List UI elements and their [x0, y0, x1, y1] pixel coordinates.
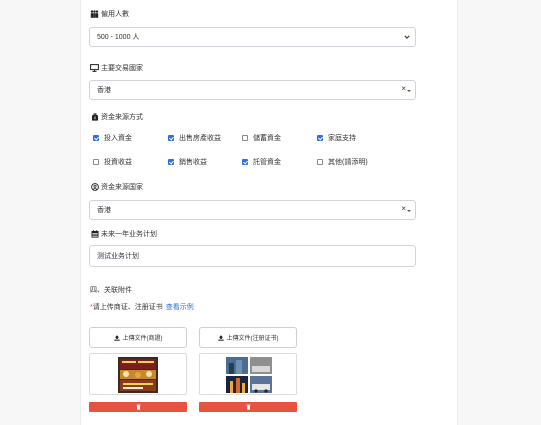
view-example-link[interactable]: 查看示例 — [166, 302, 194, 312]
page-background-right — [458, 0, 541, 425]
checkbox-other[interactable]: 其他(請添明) — [317, 157, 368, 167]
upload-registration-certificate-button[interactable]: 上傳文件(注册证书) — [199, 327, 297, 348]
business-license-image — [118, 357, 158, 393]
checkbox-checked[interactable] — [317, 135, 323, 141]
chevron-down-icon — [404, 35, 410, 40]
trash-icon — [136, 404, 140, 410]
monitor-icon — [90, 64, 99, 73]
attachment-note: * 请上传商证、注册证书 查看示例 — [90, 302, 194, 312]
clear-icon[interactable]: × — [401, 204, 406, 213]
upload-icon — [217, 334, 224, 341]
trash-icon — [246, 404, 250, 410]
checkbox-savings[interactable]: 儲蓄資金 — [242, 133, 281, 143]
fund-source-label: 资金来源方式 — [90, 112, 143, 122]
checkbox-investment-income[interactable]: 投資收益 — [93, 157, 132, 167]
upload-business-license-button[interactable]: 上傳文件(商證) — [89, 327, 187, 348]
people-icon — [90, 10, 99, 19]
registration-certificate-image — [226, 357, 272, 393]
calendar-icon — [90, 230, 99, 239]
fund-country-select[interactable]: 香港 × — [89, 200, 416, 220]
money-bag-icon — [90, 113, 99, 122]
checkbox-property-sale[interactable]: 出售房產收益 — [168, 133, 221, 143]
section-title-attachments: 四、关联附件 — [90, 287, 132, 294]
checkbox-checked[interactable] — [168, 135, 174, 141]
attachment-thumbnail-1[interactable] — [89, 353, 187, 395]
checkbox-unchecked[interactable] — [317, 159, 323, 165]
clear-icon[interactable]: × — [401, 84, 406, 93]
business-plan-label: 未来一年业务计划 — [90, 229, 157, 239]
checkbox-checked[interactable] — [242, 159, 248, 165]
checkbox-invested-funds[interactable]: 投入資金 — [93, 133, 132, 143]
checkbox-unchecked[interactable] — [242, 135, 248, 141]
trade-country-select[interactable]: 香港 × — [89, 80, 416, 100]
form-panel: 僱用人數 500 - 1000 人 主要交易國家 香港 × 资金来源方式 投入資… — [80, 0, 458, 425]
user-circle-icon — [90, 183, 99, 192]
caret-down-icon — [407, 90, 411, 92]
checkbox-family-support[interactable]: 家庭支持 — [317, 133, 356, 143]
caret-down-icon — [407, 210, 411, 212]
attachment-thumbnail-2[interactable] — [199, 353, 297, 395]
fund-country-label: 资金来源国家 — [90, 182, 143, 192]
checkbox-checked[interactable] — [168, 159, 174, 165]
delete-attachment-1-button[interactable] — [89, 402, 187, 412]
upload-icon — [113, 334, 120, 341]
page-background-left — [0, 0, 80, 425]
business-plan-input[interactable]: 测试业务计划 — [89, 245, 416, 267]
checkbox-escrow-funds[interactable]: 託管資金 — [242, 157, 281, 167]
employees-select[interactable]: 500 - 1000 人 — [89, 27, 416, 47]
delete-attachment-2-button[interactable] — [199, 402, 297, 412]
employees-label: 僱用人數 — [90, 9, 129, 19]
checkbox-checked[interactable] — [93, 135, 99, 141]
trade-country-label: 主要交易國家 — [90, 63, 143, 73]
checkbox-sales-income[interactable]: 銷售收益 — [168, 157, 207, 167]
checkbox-unchecked[interactable] — [93, 159, 99, 165]
